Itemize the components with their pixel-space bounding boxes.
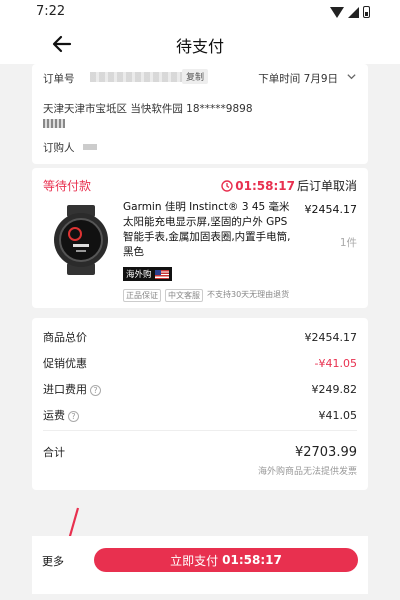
overseas-badge: 海外购 [123,267,172,281]
pay-now-label: 立即支付 [170,553,219,568]
pay-now-button[interactable]: 立即支付 01:58:17 [94,548,358,572]
orderer-redacted [83,144,97,150]
us-flag-icon [154,269,169,279]
product-image[interactable] [43,205,119,275]
summary-label-wrap: 进口费用? [43,381,101,397]
summary-label: 促销优惠 [43,357,87,370]
help-icon[interactable]: ? [90,384,101,396]
top-bar: 待支付 [0,24,400,64]
order-time: 下单时间 7月9日 [258,73,338,85]
summary-value: -¥41.05 [314,356,357,370]
product-title[interactable]: Garmin 佳明 Instinct® 3 45 毫米太阳能充电显示屏,坚固的户… [123,200,297,260]
page-title: 待支付 [175,37,224,56]
service-tags: 正品保证 中文客服 不支持30天无理由退货 [123,289,289,302]
clock-icon [221,179,233,192]
countdown: 01:58:17 后订单取消 [221,177,357,194]
bottom-action-bar: 更多 立即支付 01:58:17 [32,536,368,594]
summary-value: ¥41.05 [318,408,358,422]
summary-row-shipping: 运费? ¥41.05 [43,407,357,423]
status-icons [330,6,370,18]
service-tag: 中文客服 [165,289,203,302]
price-summary-card: 商品总价 ¥2454.17 促销优惠 -¥41.05 进口费用? ¥249.82… [32,318,368,490]
summary-value: ¥2454.17 [304,330,358,344]
wifi-icon [330,6,344,18]
divider [43,430,357,431]
summary-row-subtotal: 商品总价 ¥2454.17 [43,329,357,345]
product-quantity: 1件 [339,237,357,249]
summary-row-discount: 促销优惠 -¥41.05 [43,355,357,371]
status-bar: 7:22 [0,0,400,24]
product-card: 等待付款 01:58:17 后订单取消 Garmin 佳明 Instinct® … [32,168,368,308]
orderer-label: 订购人 [43,142,75,154]
total-label: 合计 [43,446,65,459]
chevron-down-icon[interactable] [346,71,357,82]
total-value: ¥2703.99 [294,444,357,460]
summary-row-import-fee: 进口费用? ¥249.82 [43,381,357,397]
overseas-badge-label: 海外购 [126,270,152,280]
address-redacted [43,119,65,128]
status-time: 7:22 [36,4,66,19]
copy-order-number-button[interactable]: 复制 [182,69,209,84]
summary-value: ¥249.82 [311,382,358,396]
return-policy-note: 不支持30天无理由退货 [207,290,290,299]
summary-label: 运费 [43,409,65,422]
signal-icon [348,6,359,18]
order-number-redacted [90,72,194,82]
more-button[interactable]: 更多 [42,553,64,569]
battery-icon [363,6,370,18]
invoice-note: 海外购商品无法提供发票 [257,467,357,477]
payment-status: 等待付款 [43,179,92,193]
summary-row-total: 合计 ¥2703.99 [43,444,357,460]
summary-label-wrap: 运费? [43,407,79,423]
pay-now-countdown: 01:58:17 [222,553,282,567]
service-tag: 正品保证 [123,289,161,302]
shipping-address: 天津天津市宝坻区 当快软件园 18*****9898 [43,103,253,115]
countdown-suffix: 后订单取消 [296,179,357,193]
order-number-label: 订单号 [43,73,75,85]
order-info-card: 订单号 复制 下单时间 7月9日 天津天津市宝坻区 当快软件园 18*****9… [32,64,368,164]
summary-label: 进口费用 [43,383,87,396]
help-icon[interactable]: ? [68,410,79,422]
countdown-time: 01:58:17 [235,178,295,193]
summary-label: 商品总价 [43,331,87,344]
product-price: ¥2454.17 [304,203,358,216]
